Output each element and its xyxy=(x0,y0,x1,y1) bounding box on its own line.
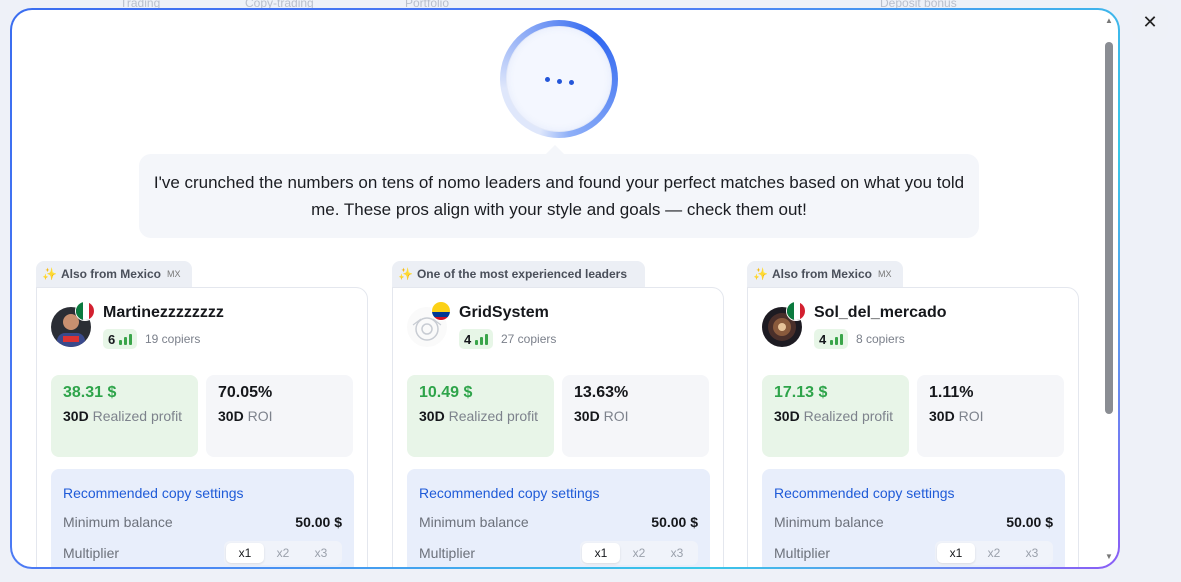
multiplier-selector: x1 x2 x3 xyxy=(580,541,698,565)
min-balance-row: Minimum balance 50.00 $ xyxy=(63,514,342,530)
multiplier-row: Multiplier x1 x2 x3 xyxy=(419,541,698,565)
assistant-message: I've crunched the numbers on tens of nom… xyxy=(139,154,979,238)
copy-settings-panel: Recommended copy settings Minimum balanc… xyxy=(407,469,710,567)
multiplier-x1[interactable]: x1 xyxy=(582,543,620,563)
close-icon: ✕ xyxy=(1142,11,1158,32)
realized-profit-stat: 10.49 $ 30D Realized profit xyxy=(407,375,554,457)
multiplier-x2[interactable]: x2 xyxy=(975,543,1013,563)
leader-name[interactable]: GridSystem xyxy=(459,304,549,322)
scroll-down-arrow-icon[interactable]: ▼ xyxy=(1104,552,1114,562)
multiplier-x2[interactable]: x2 xyxy=(620,543,658,563)
leader-name[interactable]: Martinezzzzzzzz xyxy=(103,304,224,322)
copy-settings-panel: Recommended copy settings Minimum balanc… xyxy=(51,469,354,567)
sparkle-icon: ✨ xyxy=(753,267,768,281)
recommendation-modal: I've crunched the numbers on tens of nom… xyxy=(12,10,1118,567)
multiplier-x3[interactable]: x3 xyxy=(658,543,696,563)
sparkle-icon: ✨ xyxy=(42,267,57,281)
typing-dots-icon xyxy=(544,73,574,85)
realized-profit-stat: 38.31 $ 30D Realized profit xyxy=(51,375,198,457)
signal-bars-icon xyxy=(475,333,489,345)
copiers-count: 27 copiers xyxy=(501,332,557,346)
leader-name[interactable]: Sol_del_mercado xyxy=(814,304,947,322)
roi-stat: 13.63% 30D ROI xyxy=(562,375,709,457)
level-badge: 4 xyxy=(814,329,849,349)
modal-frame: I've crunched the numbers on tens of nom… xyxy=(10,8,1120,569)
card-tag: ✨ One of the most experienced leaders xyxy=(392,261,646,287)
sparkle-icon: ✨ xyxy=(398,267,413,281)
copiers-count: 19 copiers xyxy=(145,332,201,346)
mexico-flag-icon xyxy=(786,301,806,321)
mexico-flag-icon xyxy=(75,301,95,321)
min-balance-row: Minimum balance 50.00 $ xyxy=(774,514,1053,530)
level-badge: 6 xyxy=(103,329,138,349)
colombia-flag-icon xyxy=(431,301,451,321)
scroll-up-arrow-icon[interactable]: ▲ xyxy=(1104,16,1114,26)
multiplier-x3[interactable]: x3 xyxy=(302,543,340,563)
multiplier-x1[interactable]: x1 xyxy=(937,543,975,563)
settings-title: Recommended copy settings xyxy=(774,485,955,501)
settings-title: Recommended copy settings xyxy=(63,485,244,501)
multiplier-row: Multiplier x1 x2 x3 xyxy=(774,541,1053,565)
multiplier-row: Multiplier x1 x2 x3 xyxy=(63,541,342,565)
roi-stat: 70.05% 30D ROI xyxy=(206,375,353,457)
scroll-thumb[interactable] xyxy=(1105,42,1113,414)
realized-profit-stat: 17.13 $ 30D Realized profit xyxy=(762,375,909,457)
card-tag: ✨ Also from Mexico MX xyxy=(747,261,904,287)
assistant-avatar xyxy=(500,20,618,138)
signal-bars-icon xyxy=(119,333,133,345)
copy-settings-panel: Recommended copy settings Minimum balanc… xyxy=(762,469,1065,567)
close-button[interactable]: ✕ xyxy=(1132,4,1168,40)
roi-stat: 1.11% 30D ROI xyxy=(917,375,1064,457)
min-balance-row: Minimum balance 50.00 $ xyxy=(419,514,698,530)
level-badge: 4 xyxy=(459,329,494,349)
multiplier-x1[interactable]: x1 xyxy=(226,543,264,563)
signal-bars-icon xyxy=(830,333,844,345)
card-tag: ✨ Also from Mexico MX xyxy=(36,261,193,287)
settings-title: Recommended copy settings xyxy=(419,485,600,501)
scrollbar[interactable]: ▲ ▼ xyxy=(1104,16,1114,562)
copiers-count: 8 copiers xyxy=(856,332,905,346)
multiplier-x3[interactable]: x3 xyxy=(1013,543,1051,563)
multiplier-x2[interactable]: x2 xyxy=(264,543,302,563)
multiplier-selector: x1 x2 x3 xyxy=(224,541,342,565)
multiplier-selector: x1 x2 x3 xyxy=(935,541,1053,565)
